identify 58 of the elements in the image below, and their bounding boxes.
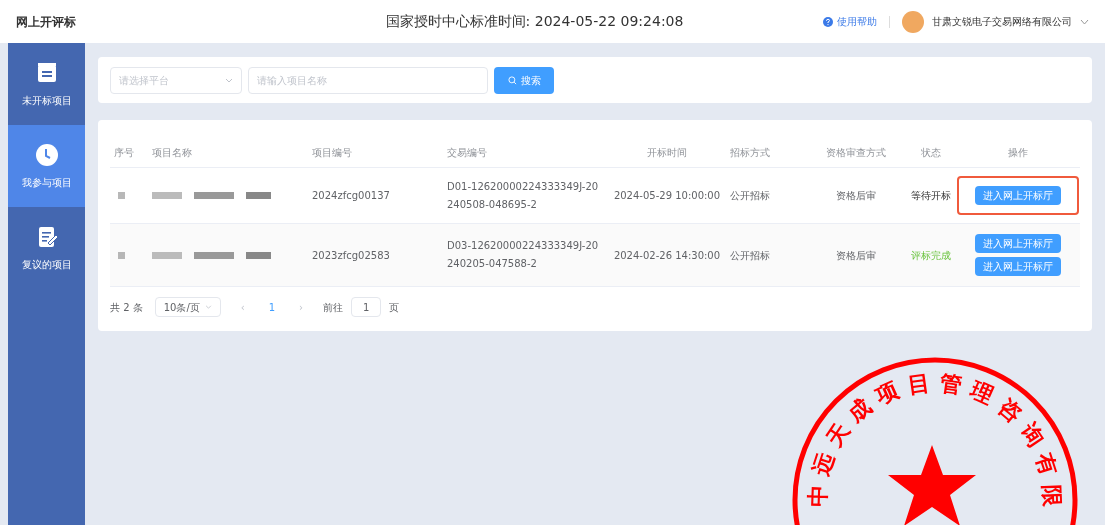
open-time: 2024-05-29 10:00:00: [613, 189, 721, 203]
seal-character: 限: [1039, 484, 1065, 508]
enter-hall-button[interactable]: 进入网上开标厅: [975, 234, 1061, 253]
sidebar-label: 复议的项目: [21, 257, 72, 272]
column-header: 交易编号: [446, 146, 488, 160]
project-code: 2023zfcg02583: [311, 248, 391, 263]
column-header: 操作: [1007, 146, 1029, 160]
sidebar-item[interactable]: 未开标项目: [8, 43, 85, 125]
bid-method: 公开招标: [729, 248, 771, 263]
open-time: 2024-02-26 14:30:00: [613, 248, 721, 263]
chevron-down-icon: [204, 305, 212, 309]
redacted-index: [118, 192, 125, 199]
sidebar-item[interactable]: 复议的项目: [8, 207, 85, 289]
chevron-down-icon: [225, 77, 233, 83]
sidebar-item[interactable]: 我参与项目: [8, 125, 85, 207]
seal-character: 目: [906, 370, 932, 399]
sidebar-label: 未开标项目: [21, 93, 72, 108]
page-size-select[interactable]: 10条/页: [154, 297, 221, 317]
help-icon: [823, 16, 833, 27]
column-header: 项目名称: [151, 146, 193, 160]
redacted-index: [118, 251, 125, 259]
column-header: 招标方式: [729, 146, 771, 160]
review-method: 资格后审: [836, 189, 876, 203]
column-header: 状态: [920, 146, 942, 160]
standard-time-clock: 国家授时中心标准时间: 2024-05-22 09:24:08: [384, 12, 685, 31]
enter-hall-button[interactable]: 进入网上开标厅: [975, 257, 1061, 276]
enter-hall-button[interactable]: 进入网上开标厅: [975, 186, 1061, 205]
column-header: 开标时间: [646, 146, 688, 160]
app-title: 网上开评标: [16, 13, 77, 31]
project-code: 2024zfcg00137: [311, 189, 391, 203]
next-page-button[interactable]: ›: [291, 299, 312, 315]
seal-character: 中: [805, 484, 831, 508]
sidebar-label: 我参与项目: [21, 175, 72, 190]
review-method: 资格后审: [836, 248, 876, 263]
user-name[interactable]: 甘肃文锐电子交易网络有限公司: [932, 14, 1072, 29]
previous-page-button[interactable]: ‹: [232, 299, 253, 315]
column-header: 项目编号: [311, 146, 353, 160]
trade-code: D03-12620000224333349J-20240205-047588-2: [446, 239, 600, 271]
goto-label: 前往: [323, 300, 344, 315]
goto-page-field[interactable]: 1: [351, 297, 382, 317]
column-header: 序号: [113, 146, 135, 160]
goto-suffix: 页: [389, 300, 400, 315]
user-avatar[interactable]: [902, 10, 924, 33]
total-count: 共 2 条: [110, 300, 143, 315]
column-header: 资格审查方式: [825, 146, 887, 160]
clock-icon: [34, 142, 59, 167]
seal-character: 管: [938, 370, 964, 399]
status-text: 评标完成: [911, 248, 951, 263]
trade-code: D01-12620000224333349J-20240508-048695-2: [446, 179, 600, 212]
search-button[interactable]: 搜索: [494, 66, 554, 94]
seal-character: 远: [808, 449, 839, 479]
page-number[interactable]: 1: [264, 299, 280, 315]
help-link[interactable]: 使用帮助: [823, 14, 877, 29]
bid-method: 公开招标: [729, 189, 771, 203]
chevron-down-icon[interactable]: [1080, 18, 1089, 25]
seal-character: 有: [1031, 449, 1062, 479]
status-text: 等待开标: [911, 189, 951, 203]
search-icon: [507, 75, 517, 85]
